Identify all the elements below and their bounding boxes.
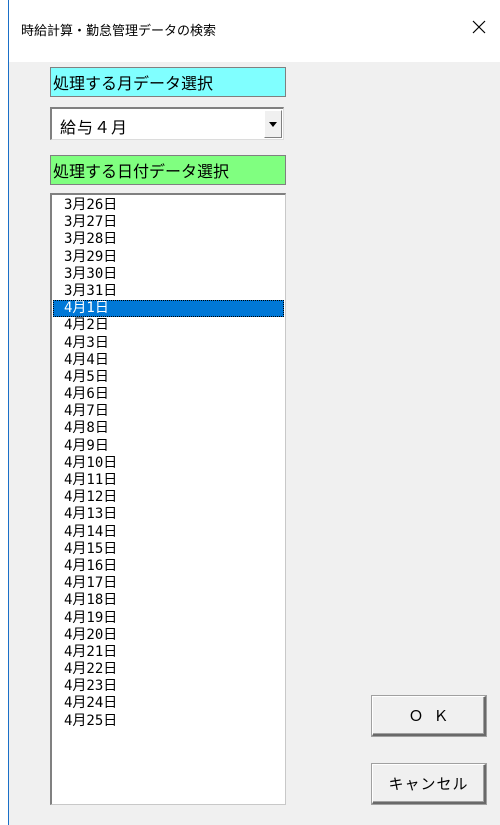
month-dropdown-button[interactable]	[264, 110, 282, 138]
list-item[interactable]: 3月29日	[53, 249, 284, 266]
dialog-window: 時給計算・勤怠管理データの検索 処理する月データ選択 給与４月 処理する日付デー…	[0, 0, 500, 825]
title-bar[interactable]: 時給計算・勤怠管理データの検索	[9, 0, 500, 62]
ok-button[interactable]: ＯＫ	[372, 696, 486, 736]
list-item[interactable]: 4月5日	[53, 369, 284, 386]
list-item[interactable]: 4月23日	[53, 678, 284, 695]
month-select-label: 処理する月データ選択	[50, 67, 286, 97]
close-icon	[472, 20, 486, 34]
close-button[interactable]	[458, 10, 500, 44]
cancel-button[interactable]: キャンセル	[372, 764, 486, 804]
date-listbox[interactable]: 3月26日 3月27日 3月28日 3月29日 3月30日 3月31日 4月1日 4月2日 4月…	[50, 193, 286, 805]
list-item[interactable]: 4月17日	[53, 575, 284, 592]
list-item[interactable]: 4月6日	[53, 386, 284, 403]
window-title: 時給計算・勤怠管理データの検索	[21, 24, 217, 39]
list-item[interactable]: 4月19日	[53, 610, 284, 627]
list-item[interactable]: 4月20日	[53, 627, 284, 644]
list-item[interactable]: 4月8日	[53, 420, 284, 437]
list-item[interactable]: 3月31日	[53, 283, 284, 300]
list-item[interactable]: 4月1日	[53, 300, 284, 318]
list-item[interactable]: 4月21日	[53, 644, 284, 661]
list-item[interactable]: 4月4日	[53, 352, 284, 369]
date-select-label: 処理する日付データ選択	[50, 155, 286, 185]
list-item[interactable]: 3月26日	[53, 197, 284, 214]
list-item[interactable]: 4月10日	[53, 455, 284, 472]
list-item[interactable]: 4月14日	[53, 524, 284, 541]
dropdown-arrow-icon	[269, 121, 277, 127]
list-item[interactable]: 4月12日	[53, 489, 284, 506]
list-item[interactable]: 4月24日	[53, 695, 284, 712]
list-item[interactable]: 3月28日	[53, 231, 284, 248]
list-item[interactable]: 3月27日	[53, 214, 284, 231]
list-item[interactable]: 4月2日	[53, 317, 284, 334]
list-item[interactable]: 3月30日	[53, 266, 284, 283]
list-item[interactable]: 4月18日	[53, 592, 284, 609]
list-item[interactable]: 4月11日	[53, 472, 284, 489]
list-item[interactable]: 4月15日	[53, 541, 284, 558]
window-border	[0, 0, 9, 825]
list-item[interactable]: 4月25日	[53, 713, 284, 730]
list-item[interactable]: 4月22日	[53, 661, 284, 678]
list-item[interactable]: 4月13日	[53, 506, 284, 523]
list-item[interactable]: 4月3日	[53, 335, 284, 352]
list-item[interactable]: 4月16日	[53, 558, 284, 575]
month-combobox-value: 給与４月	[60, 118, 129, 137]
list-item[interactable]: 4月7日	[53, 403, 284, 420]
date-list-items: 3月26日 3月27日 3月28日 3月29日 3月30日 3月31日 4月1日 4月2日 4月…	[53, 197, 284, 730]
list-item[interactable]: 4月9日	[53, 438, 284, 455]
month-combobox[interactable]: 給与４月	[50, 107, 284, 140]
